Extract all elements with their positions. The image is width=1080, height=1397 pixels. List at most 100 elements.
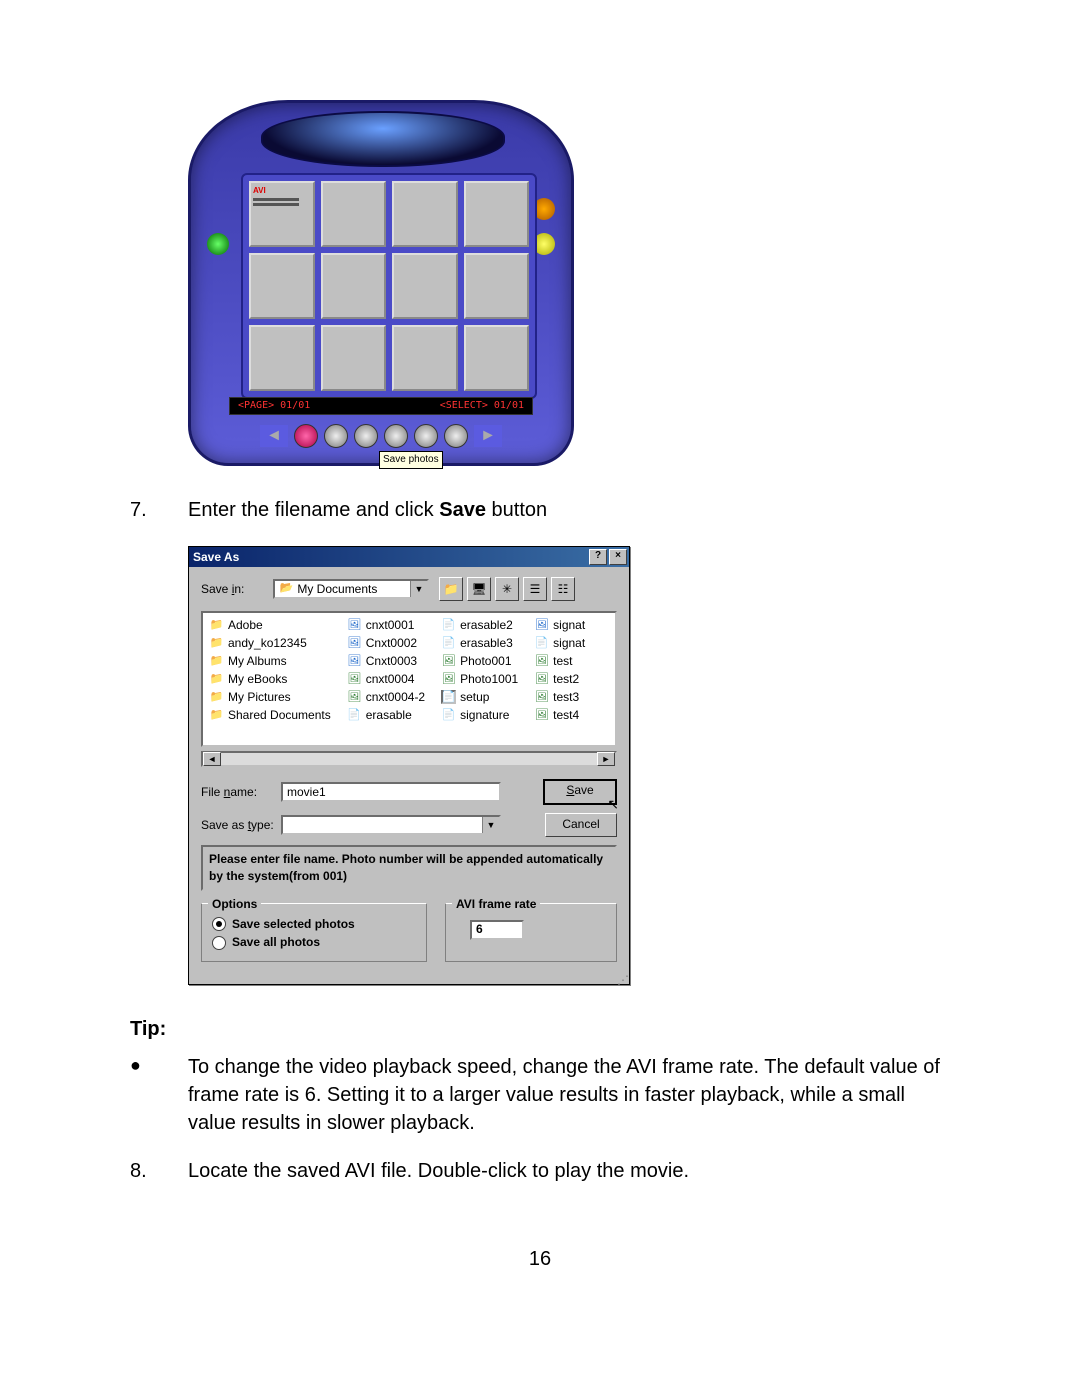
file-item[interactable]: 🖼 test3: [534, 689, 585, 705]
step-text: Enter the filename and click Save button: [188, 496, 547, 524]
pdf-icon: 📄: [534, 636, 549, 650]
file-name: andy_ko12345: [228, 635, 307, 651]
file-name: cnxt0001: [366, 617, 415, 633]
step-text: Locate the saved AVI file. Double-click …: [188, 1157, 689, 1185]
folder-icon: 📁: [209, 690, 224, 704]
device-left-button: [207, 233, 229, 255]
thumbnail-empty: [249, 253, 315, 319]
help-button[interactable]: ?: [589, 549, 607, 565]
img-icon: 🖼: [347, 690, 362, 704]
radio-save-selected[interactable]: Save selected photos: [212, 916, 416, 933]
frame-rate-input[interactable]: 6: [470, 920, 524, 940]
folder-icon: 📂: [279, 582, 294, 596]
file-item[interactable]: 📁Shared Documents: [209, 707, 331, 723]
file-list[interactable]: 📁Adobe 📁 andy_ko12345 📁My Albums 📁My eBooks 📁…: [201, 611, 617, 747]
file-name: cnxt0004: [366, 671, 415, 687]
pdf-icon: 📄: [347, 708, 362, 722]
file-name: test: [553, 653, 572, 669]
file-item[interactable]: 🖼signat: [534, 617, 585, 633]
scroll-right-icon[interactable]: ►: [597, 752, 615, 766]
lcd-page: <PAGE> 01/01: [238, 399, 310, 413]
thumbnail-empty: [392, 181, 458, 247]
details-view-icon[interactable]: ☷: [551, 577, 575, 601]
file-item[interactable]: 📁My Albums: [209, 653, 331, 669]
save-as-dialog: Save As ? × Save in: 📂 My Documents ▼ 📁: [188, 546, 630, 985]
file-name: test2: [553, 671, 579, 687]
thumbnail-empty: [249, 325, 315, 391]
file-item[interactable]: 📄erasable3: [441, 635, 518, 651]
folder-icon: 📁: [209, 654, 224, 668]
file-item[interactable]: 🖼 test2: [534, 671, 585, 687]
file-item[interactable]: 📄signat: [534, 635, 585, 651]
file-item[interactable]: 📁My eBooks: [209, 671, 331, 687]
bmp-icon: 🖼: [347, 654, 362, 668]
bmp-icon: 🖼: [347, 636, 362, 650]
save-photos-icon: Save photos: [384, 424, 408, 448]
save-button[interactable]: Save ↖: [543, 779, 617, 805]
file-item[interactable]: 📄 erasable2: [441, 617, 518, 633]
thumbnail-empty: [392, 253, 458, 319]
file-name: erasable: [366, 707, 412, 723]
filename-input[interactable]: movie1: [281, 782, 501, 802]
file-name: setup: [460, 689, 489, 705]
chevron-down-icon[interactable]: ▼: [410, 581, 427, 597]
file-item[interactable]: 📄 erasable: [347, 707, 425, 723]
file-item[interactable]: 🖼Cnxt0003: [347, 653, 425, 669]
file-item[interactable]: 📁Adobe: [209, 617, 331, 633]
file-name: Cnxt0002: [366, 635, 417, 651]
scroll-left-icon[interactable]: ◄: [203, 752, 221, 766]
file-item[interactable]: 🖼Photo1001: [441, 671, 518, 687]
file-name: cnxt0004-2: [366, 689, 425, 705]
file-name: signature: [460, 707, 509, 723]
list-view-icon[interactable]: ☰: [523, 577, 547, 601]
radio-save-all[interactable]: Save all photos: [212, 934, 416, 951]
img-icon: 🖼: [347, 672, 362, 686]
bmp-icon: 🖼: [347, 618, 362, 632]
file-name: test3: [553, 689, 579, 705]
file-item[interactable]: 📄signature: [441, 707, 518, 723]
step-number: 7.: [130, 496, 188, 524]
file-name: Photo1001: [460, 671, 518, 687]
file-item[interactable]: 🖼test: [534, 653, 585, 669]
thumbnail-empty: [392, 325, 458, 391]
folder-icon: 📁: [209, 636, 224, 650]
device-display-dome: [261, 111, 505, 167]
file-item[interactable]: 📄setup: [441, 689, 518, 705]
chevron-down-icon[interactable]: ▼: [482, 817, 499, 833]
filename-label: File name:: [201, 784, 281, 801]
horizontal-scrollbar[interactable]: ◄ ►: [201, 751, 617, 767]
file-item[interactable]: 📁My Pictures: [209, 689, 331, 705]
file-item[interactable]: 🖼 cnxt0001: [347, 617, 425, 633]
titlebar: Save As ? ×: [189, 547, 629, 567]
cancel-button[interactable]: Cancel: [545, 813, 617, 837]
new-folder-icon[interactable]: ✳: [495, 577, 519, 601]
bmp-icon: 🖼: [534, 618, 549, 632]
file-name: erasable3: [460, 635, 513, 651]
file-item[interactable]: 📁 andy_ko12345: [209, 635, 331, 651]
file-item[interactable]: 🖼 cnxt0004: [347, 671, 425, 687]
file-item[interactable]: 🖼 Cnxt0002: [347, 635, 425, 651]
pdf-icon: 📄: [441, 618, 456, 632]
save-type-combo[interactable]: ▼: [281, 815, 501, 835]
camera-app-screenshot: AVI <PAGE> 01/01 <SELECT> 01/01: [188, 100, 574, 466]
save-in-combo[interactable]: 📂 My Documents ▼: [273, 579, 429, 599]
tip-item: ● To change the video playback speed, ch…: [130, 1053, 950, 1137]
folder-icon: 📁: [209, 708, 224, 722]
tip-text: To change the video playback speed, chan…: [188, 1053, 950, 1137]
resize-grip-icon[interactable]: ⋰: [189, 972, 629, 984]
file-item[interactable]: 🖼Photo001: [441, 653, 518, 669]
desktop-icon[interactable]: 🖥: [467, 577, 491, 601]
hint-message: Please enter file name. Photo number wil…: [201, 845, 617, 891]
close-button[interactable]: ×: [609, 549, 627, 565]
save-photos-tooltip: Save photos: [379, 451, 443, 469]
file-item[interactable]: 🖼test4: [534, 707, 585, 723]
file-name: erasable2: [460, 617, 513, 633]
file-item[interactable]: 🖼 cnxt0004-2: [347, 689, 425, 705]
device-toolbar: ◄ Save photos ►: [251, 419, 511, 453]
img-icon: 🖼: [534, 672, 549, 686]
img-icon: 🖼: [534, 690, 549, 704]
folder-up-icon[interactable]: 📁: [439, 577, 463, 601]
thumbnail-empty: [464, 253, 530, 319]
thumbnail-empty: [464, 181, 530, 247]
next-arrow-icon: ►: [474, 425, 502, 447]
